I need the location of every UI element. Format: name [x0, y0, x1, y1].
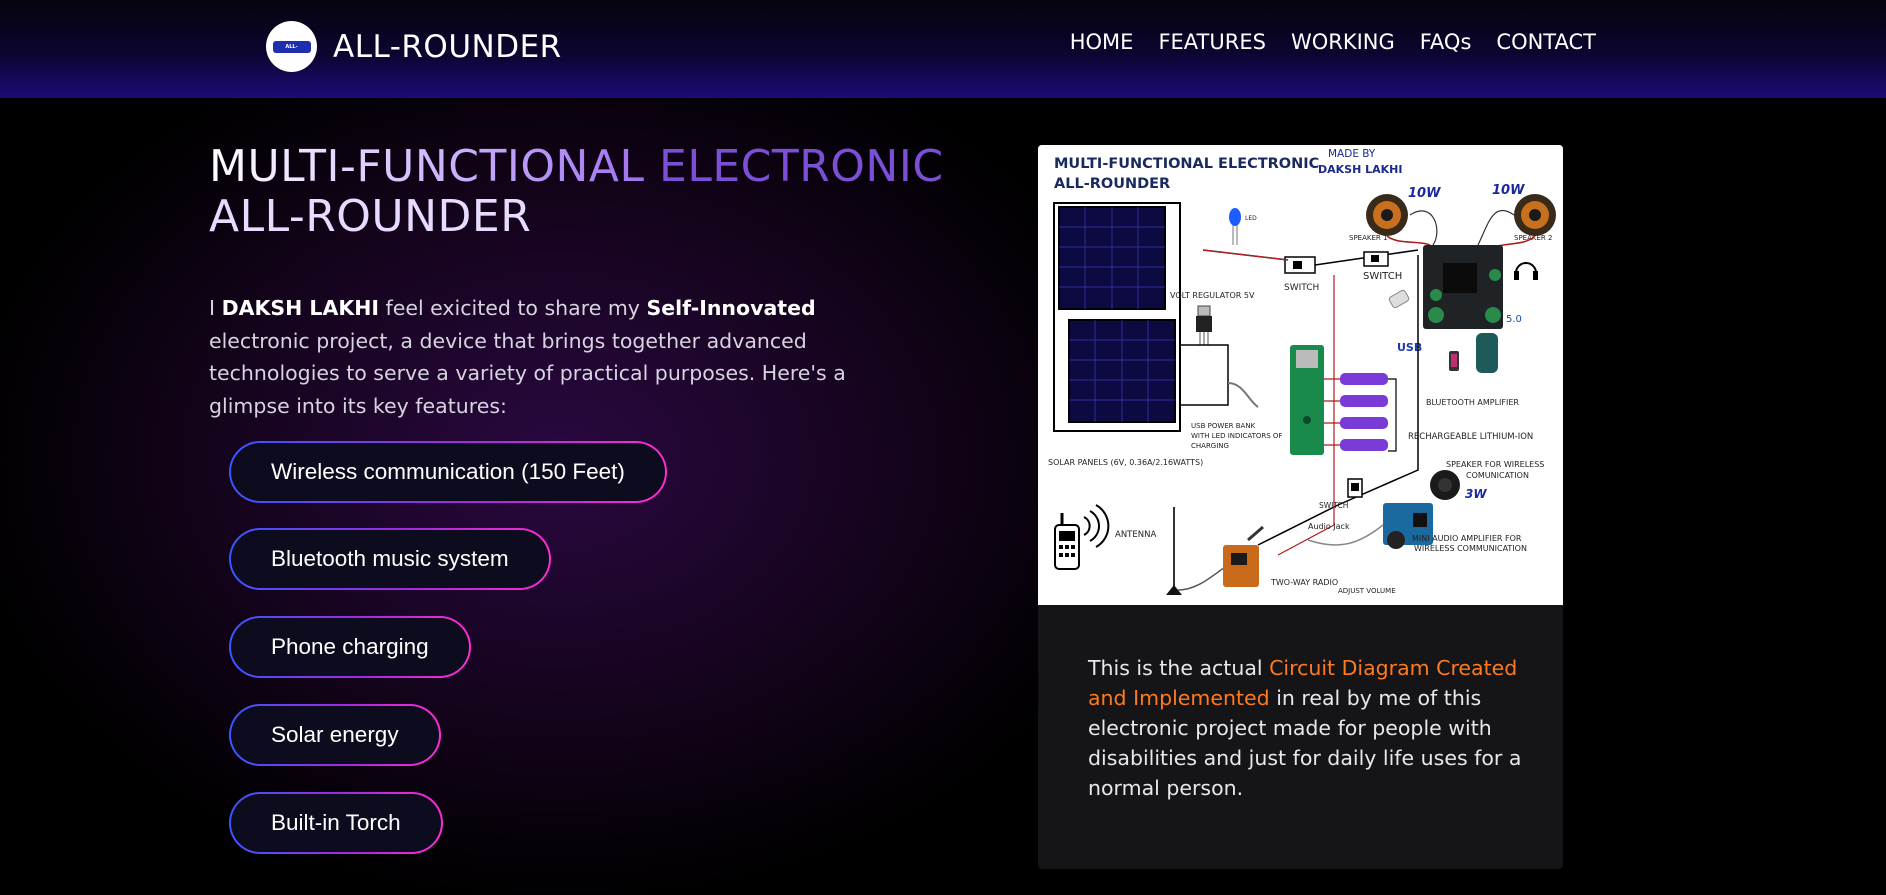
nav-features[interactable]: FEATURES: [1158, 30, 1265, 54]
diagram-title-line2: ALL-ROUNDER: [1054, 176, 1170, 192]
nav-faqs[interactable]: FAQs: [1420, 30, 1472, 54]
switch-icon-3: [1347, 478, 1363, 498]
wireless-speaker-icon: [1430, 470, 1460, 500]
label-speaker-wireless-2: COMUNICATION: [1466, 471, 1529, 480]
diagram-title-line1: MULTI-FUNCTIONAL ELECTRONIC: [1054, 156, 1319, 172]
label-volt-regulator: VOLT REGULATOR 5V: [1170, 291, 1255, 300]
feature-pill-wireless[interactable]: Wireless communication (150 Feet): [229, 441, 667, 503]
label-watt-3: 3W: [1465, 487, 1487, 501]
label-audio-jack: Audio Jack: [1308, 522, 1350, 531]
intro-text-1: I: [209, 296, 222, 320]
speaker-1-icon: [1366, 194, 1408, 236]
circuit-diagram: MULTI-FUNCTIONAL ELECTRONIC ALL-ROUNDER …: [1038, 145, 1563, 605]
diagram-madeby-1: MADE BY: [1328, 148, 1376, 160]
label-mini-amp-2: WIRELESS COMMUNICATION: [1414, 544, 1527, 553]
brand-logo[interactable]: ALL-ROUNDER: [266, 21, 317, 72]
label-lithium: RECHARGEABLE LITHIUM-ION: [1408, 432, 1533, 442]
site-header: ALL-ROUNDER ALL-ROUNDER HOME FEATURES WO…: [0, 0, 1886, 98]
nav-contact[interactable]: CONTACT: [1496, 30, 1596, 54]
brand[interactable]: ALL-ROUNDER ALL-ROUNDER: [266, 21, 562, 72]
label-antenna: ANTENNA: [1115, 530, 1156, 540]
switch-icon-1: [1284, 256, 1316, 274]
circuit-card: MULTI-FUNCTIONAL ELECTRONIC ALL-ROUNDER …: [1038, 145, 1563, 869]
label-two-way-radio: TWO-WAY RADIO: [1270, 578, 1338, 587]
brand-name[interactable]: ALL-ROUNDER: [333, 29, 562, 65]
nav-home[interactable]: HOME: [1070, 30, 1134, 54]
label-solar: SOLAR PANELS (6V, 0.36A/2.16WATTS): [1048, 458, 1203, 467]
feature-pill-torch[interactable]: Built-in Torch: [229, 792, 443, 854]
phone-icon: [1449, 351, 1459, 371]
intro-text-2: feel exicited to share my: [379, 296, 647, 320]
solar-panel-bottom: [1068, 319, 1176, 423]
nav-working[interactable]: WORKING: [1291, 30, 1395, 54]
label-adjust-volume: ADJUST VOLUME: [1338, 587, 1396, 595]
label-power-bank-1: USB POWER BANK: [1191, 422, 1256, 430]
diagram-caption: This is the actual Circuit Diagram Creat…: [1088, 653, 1528, 803]
intro-author-name: DAKSH LAKHI: [221, 296, 379, 320]
switch-icon-2: [1363, 251, 1389, 267]
diagram-madeby-2: DAKSH LAKHI: [1318, 163, 1402, 176]
hero-title-line2: ALL-ROUNDER: [209, 191, 532, 242]
speaker-2-icon: [1514, 194, 1556, 236]
hero-title: MULTI-FUNCTIONAL ELECTRONIC ALL-ROUNDER: [209, 142, 944, 242]
label-watt-1: 10W: [1408, 186, 1441, 201]
label-switch-1: SWITCH: [1284, 283, 1319, 293]
label-speaker-wireless-1: SPEAKER FOR WIRELESS: [1446, 460, 1544, 469]
feature-pill-solar[interactable]: Solar energy: [229, 704, 441, 766]
label-switch-2: SWITCH: [1363, 271, 1402, 282]
label-speaker-1: SPEAKER 1: [1349, 234, 1387, 242]
feature-pill-bluetooth[interactable]: Bluetooth music system: [229, 528, 551, 590]
intro-emphasis: Self-Innovated: [646, 296, 816, 320]
solar-panel-top: [1058, 206, 1166, 310]
hero-intro: I DAKSH LAKHI feel exicited to share my …: [209, 292, 909, 422]
label-bt-amp: BLUETOOTH AMPLIFIER: [1426, 398, 1519, 407]
intro-text-3: electronic project, a device that brings…: [209, 328, 846, 418]
label-led: LED: [1245, 215, 1257, 222]
label-watt-2: 10W: [1492, 183, 1525, 198]
hero-title-part1: MULTI-FUNCTIONAL: [209, 141, 660, 192]
hero-title-part2: ELECTRONIC: [659, 141, 944, 192]
label-power-bank-2: WITH LED INDICATORS OF: [1191, 432, 1282, 440]
power-bank-board: [1290, 345, 1324, 455]
feature-pill-charging[interactable]: Phone charging: [229, 616, 471, 678]
label-mini-amp-1: MINI AUDIO AMPLIFIER FOR: [1412, 534, 1522, 543]
label-power-bank-3: CHARGING: [1191, 442, 1229, 450]
label-bt-version: 5.0: [1506, 314, 1522, 325]
main-nav: HOME FEATURES WORKING FAQs CONTACT: [1045, 30, 1596, 54]
caption-text-1: This is the actual: [1088, 656, 1270, 680]
label-switch-3: SWITCH: [1319, 501, 1348, 510]
brand-logo-mark: ALL-ROUNDER: [272, 40, 311, 62]
